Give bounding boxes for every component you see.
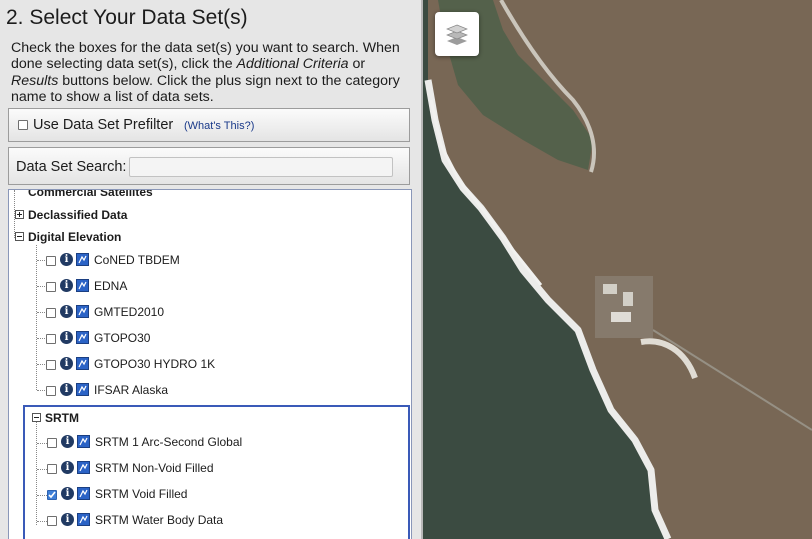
map-view[interactable] bbox=[423, 0, 812, 539]
dataset-search-box: Data Set Search: bbox=[8, 147, 410, 185]
prefilter-help-link[interactable]: (What's This?) bbox=[184, 120, 254, 132]
info-icon[interactable]: i bbox=[60, 253, 73, 266]
info-icon[interactable]: i bbox=[60, 383, 73, 396]
dataset-name[interactable]: CoNED TBDEM bbox=[94, 253, 180, 267]
instructions-part2: or bbox=[348, 56, 366, 73]
dataset-checkbox-checked[interactable] bbox=[47, 490, 57, 500]
dataset-name[interactable]: SRTM Non-Void Filled bbox=[95, 461, 214, 475]
dataset-checkbox[interactable] bbox=[46, 308, 56, 318]
layers-button[interactable] bbox=[435, 12, 479, 56]
metadata-icon[interactable] bbox=[77, 487, 90, 500]
dataset-selection-panel: 2. Select Your Data Set(s) Check the box… bbox=[0, 0, 423, 539]
info-icon[interactable]: i bbox=[60, 305, 73, 318]
prefilter-label[interactable]: Use Data Set Prefilter bbox=[33, 117, 173, 133]
dataset-search-label: Data Set Search: bbox=[16, 159, 127, 175]
instructions-part3: buttons below. Click the plus sign next … bbox=[11, 72, 400, 106]
layers-icon bbox=[446, 24, 468, 45]
section-heading: 2. Select Your Data Set(s) bbox=[6, 6, 248, 29]
dataset-checkbox[interactable] bbox=[46, 334, 56, 344]
satellite-imagery bbox=[423, 0, 812, 539]
tree-connector bbox=[37, 521, 47, 522]
info-icon[interactable]: i bbox=[61, 513, 74, 526]
metadata-icon[interactable] bbox=[76, 279, 89, 292]
dataset-name[interactable]: GTOPO30 HYDRO 1K bbox=[94, 357, 215, 371]
instructions-results: Results bbox=[11, 72, 59, 89]
dataset-name[interactable]: SRTM 1 Arc-Second Global bbox=[95, 435, 242, 449]
prefilter-box: Use Data Set Prefilter (What's This?) bbox=[8, 108, 410, 142]
tree-connector bbox=[36, 245, 37, 390]
dataset-checkbox[interactable] bbox=[47, 438, 57, 448]
metadata-icon[interactable] bbox=[77, 435, 90, 448]
info-icon[interactable]: i bbox=[60, 357, 73, 370]
srtm-group: SRTM i SRTM 1 Arc-Second Global i SRTM N… bbox=[23, 405, 410, 539]
collapse-srtm-minus-icon[interactable] bbox=[32, 413, 41, 422]
metadata-icon[interactable] bbox=[77, 461, 90, 474]
tree-connector bbox=[37, 443, 47, 444]
prefilter-checkbox[interactable] bbox=[18, 120, 28, 130]
tree-connector bbox=[37, 495, 47, 496]
info-icon[interactable]: i bbox=[61, 435, 74, 448]
info-icon[interactable]: i bbox=[60, 331, 73, 344]
metadata-icon[interactable] bbox=[76, 253, 89, 266]
tree-connector bbox=[37, 469, 47, 470]
dataset-name[interactable]: EDNA bbox=[94, 279, 127, 293]
dataset-name[interactable]: GTOPO30 bbox=[94, 331, 150, 345]
category-digital-elevation[interactable]: Digital Elevation bbox=[28, 230, 121, 244]
metadata-icon[interactable] bbox=[76, 331, 89, 344]
expand-declassified-plus-icon[interactable] bbox=[15, 210, 24, 219]
dataset-tree: Commercial Satellites Declassified Data … bbox=[8, 189, 412, 539]
category-declassified-data[interactable]: Declassified Data bbox=[28, 208, 127, 222]
metadata-icon[interactable] bbox=[76, 357, 89, 370]
tree-connector bbox=[36, 421, 37, 525]
dataset-name[interactable]: SRTM Water Body Data bbox=[95, 513, 223, 527]
dataset-search-input[interactable] bbox=[129, 157, 393, 177]
instructions-additional-criteria: Additional Criteria bbox=[236, 56, 349, 73]
dataset-checkbox[interactable] bbox=[46, 256, 56, 266]
texture-overlay bbox=[423, 0, 812, 539]
metadata-icon[interactable] bbox=[76, 383, 89, 396]
dataset-checkbox[interactable] bbox=[47, 516, 57, 526]
category-srtm[interactable]: SRTM bbox=[45, 411, 79, 425]
metadata-icon[interactable] bbox=[77, 513, 90, 526]
dataset-checkbox[interactable] bbox=[47, 464, 57, 474]
dataset-checkbox[interactable] bbox=[46, 386, 56, 396]
info-icon[interactable]: i bbox=[60, 279, 73, 292]
info-icon[interactable]: i bbox=[61, 487, 74, 500]
dataset-checkbox[interactable] bbox=[46, 282, 56, 292]
metadata-icon[interactable] bbox=[76, 305, 89, 318]
instructions-text: Check the boxes for the data set(s) you … bbox=[11, 40, 411, 106]
info-icon[interactable]: i bbox=[61, 461, 74, 474]
dataset-name[interactable]: SRTM Void Filled bbox=[95, 487, 187, 501]
dataset-name[interactable]: IFSAR Alaska bbox=[94, 383, 168, 397]
category-commercial-satellites[interactable]: Commercial Satellites bbox=[28, 190, 153, 199]
dataset-checkbox[interactable] bbox=[46, 360, 56, 370]
dataset-name[interactable]: GMTED2010 bbox=[94, 305, 164, 319]
collapse-digital-elevation-minus-icon[interactable] bbox=[15, 232, 24, 241]
